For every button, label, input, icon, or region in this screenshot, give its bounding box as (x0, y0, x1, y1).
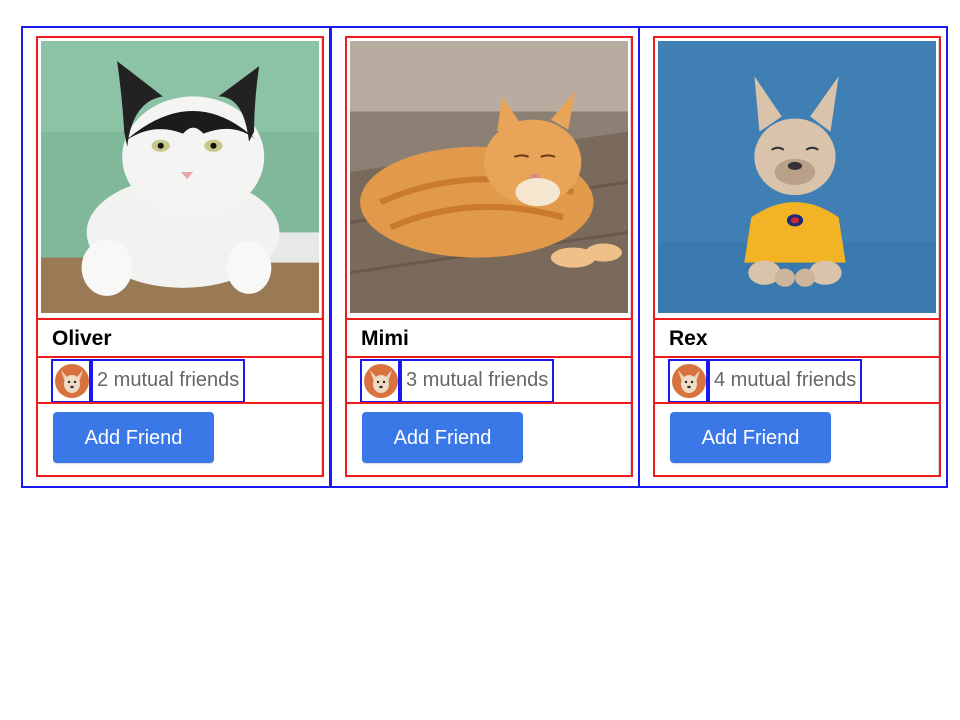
chihuahua-avatar[interactable] (55, 364, 89, 398)
friend-card-rex: Rex 4 mutual friends Add Friend (638, 26, 948, 488)
mutual-friends-region: 4 mutual friends (653, 356, 941, 404)
chihuahua-avatar[interactable] (364, 364, 398, 398)
action-region: Add Friend (345, 402, 633, 477)
avatar-frame (668, 359, 708, 403)
add-friend-button[interactable]: Add Friend (362, 412, 523, 463)
mutual-friends-frame: 4 mutual friends (708, 359, 863, 403)
chihuahua-avatar[interactable] (672, 364, 706, 398)
avatar-frame (51, 359, 91, 403)
photo-region (653, 36, 941, 320)
french-bulldog-photo[interactable] (658, 41, 936, 313)
black-and-white-cat-photo[interactable] (41, 41, 319, 313)
orange-tabby-cat-photo[interactable] (350, 41, 628, 313)
mutual-friends-count[interactable]: 3 mutual friends (406, 369, 548, 391)
photo-region (36, 36, 324, 320)
add-friend-button[interactable]: Add Friend (670, 412, 831, 463)
avatar-frame (360, 359, 400, 403)
mutual-friends-region: 2 mutual friends (36, 356, 324, 404)
name-region: Mimi (345, 318, 633, 358)
friend-suggestions: Oliver 2 mutual friends Add Friend Mimi … (0, 0, 960, 720)
friend-name[interactable]: Oliver (52, 326, 112, 352)
name-region: Rex (653, 318, 941, 358)
friend-card-oliver: Oliver 2 mutual friends Add Friend (21, 26, 331, 488)
card-body: Rex 4 mutual friends Add Friend (653, 36, 941, 477)
mutual-friends-frame: 2 mutual friends (91, 359, 246, 403)
mutual-friends-frame: 3 mutual friends (400, 359, 555, 403)
action-region: Add Friend (653, 402, 941, 477)
mutual-friends-region: 3 mutual friends (345, 356, 633, 404)
friend-name[interactable]: Rex (669, 326, 708, 352)
card-body: Mimi 3 mutual friends Add Friend (345, 36, 633, 477)
mutual-friends-count[interactable]: 2 mutual friends (97, 369, 239, 391)
name-region: Oliver (36, 318, 324, 358)
photo-region (345, 36, 633, 320)
mutual-friends-count[interactable]: 4 mutual friends (714, 369, 856, 391)
add-friend-button[interactable]: Add Friend (53, 412, 214, 463)
card-body: Oliver 2 mutual friends Add Friend (36, 36, 324, 477)
friend-card-mimi: Mimi 3 mutual friends Add Friend (330, 26, 640, 488)
friend-name[interactable]: Mimi (361, 326, 409, 352)
action-region: Add Friend (36, 402, 324, 477)
